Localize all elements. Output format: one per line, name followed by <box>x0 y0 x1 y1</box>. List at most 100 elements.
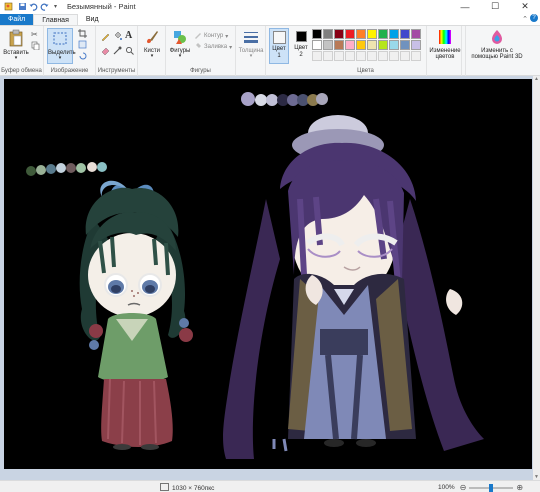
fill-bucket-icon[interactable] <box>113 31 122 43</box>
edit-colors-group: Изменение цветов <box>426 26 462 76</box>
palette-swatch[interactable] <box>356 29 366 39</box>
canvas-size-indicator: 1030 × 760пкс <box>160 483 214 492</box>
rotate-icon[interactable] <box>78 51 87 62</box>
paste-button[interactable]: Вставить ▾ <box>3 29 29 62</box>
edit-with-paint3d-button[interactable]: Изменить с помощью Paint 3D <box>468 29 526 61</box>
color-palette <box>312 29 421 61</box>
palette-swatch[interactable] <box>389 29 399 39</box>
palette-swatch[interactable] <box>411 40 421 50</box>
undo-icon[interactable] <box>28 2 39 12</box>
palette-swatch[interactable] <box>356 51 366 61</box>
palette-swatch[interactable] <box>312 29 322 39</box>
scroll-up-icon[interactable]: ▲ <box>533 76 540 82</box>
color-sample-dots-left <box>26 162 107 176</box>
palette-swatch[interactable] <box>334 51 344 61</box>
clipboard-icon <box>9 29 23 47</box>
palette-swatch[interactable] <box>400 51 410 61</box>
status-bar: 1030 × 760пкс 100% ⊖ ⊕ <box>0 480 540 492</box>
palette-swatch[interactable] <box>334 40 344 50</box>
color-picker-icon[interactable] <box>113 46 122 57</box>
help-icon[interactable]: ? <box>530 14 538 22</box>
eraser-icon[interactable] <box>101 46 110 57</box>
magnifier-icon[interactable] <box>125 46 134 57</box>
paint3d-icon <box>492 30 502 44</box>
minimize-button[interactable]: — <box>450 0 480 13</box>
brush-icon <box>147 31 158 44</box>
redo-icon[interactable] <box>39 2 50 12</box>
drawing-canvas[interactable] <box>4 79 532 469</box>
image-group: Выделить ▾ Изображение <box>44 26 96 76</box>
copy-icon[interactable] <box>31 41 40 52</box>
ribbon: Вставить ▾ ✂ Буфер обмена Выделить ▾ Изо… <box>0 25 540 76</box>
tab-view[interactable]: Вид <box>78 14 107 25</box>
palette-swatch[interactable] <box>345 51 355 61</box>
color2-button[interactable]: Цвет 2 <box>291 28 311 64</box>
palette-swatch[interactable] <box>389 51 399 61</box>
zoom-in-button[interactable]: ⊕ <box>516 483 523 492</box>
color-spectrum-icon <box>439 30 451 44</box>
palette-swatch[interactable] <box>389 40 399 50</box>
brushes-button[interactable]: Кисти ▾ <box>140 29 164 60</box>
edit-colors-button[interactable]: Изменение цветов <box>428 29 462 61</box>
close-button[interactable]: ✕ <box>510 0 540 13</box>
zoom-slider[interactable] <box>469 483 514 492</box>
outline-button[interactable]: Контур ▾ <box>194 31 228 41</box>
palette-swatch[interactable] <box>345 29 355 39</box>
palette-swatch[interactable] <box>312 40 322 50</box>
size-button[interactable]: Толщина ▾ <box>238 29 264 60</box>
zoom-out-button[interactable]: ⊖ <box>460 483 467 492</box>
canvas-dimensions: 1030 × 760пкс <box>172 484 215 492</box>
select-button[interactable]: Выделить ▾ <box>47 28 76 64</box>
color2-number: 2 <box>299 51 303 58</box>
shapes-dropdown-icon: ▾ <box>178 53 182 60</box>
collapse-ribbon-icon[interactable]: ⌃ <box>522 15 528 23</box>
palette-swatch[interactable] <box>323 51 333 61</box>
save-icon[interactable] <box>17 2 28 12</box>
fill-button[interactable]: Заливка ▾ <box>194 42 232 52</box>
palette-swatch[interactable] <box>323 40 333 50</box>
color2-label: Цвет <box>294 45 308 51</box>
tab-file[interactable]: Файл <box>0 14 34 25</box>
tools-group-label: Инструменты <box>97 68 136 74</box>
palette-swatch[interactable] <box>400 40 410 50</box>
cut-icon[interactable]: ✂ <box>31 30 38 39</box>
palette-swatch[interactable] <box>367 51 377 61</box>
palette-swatch[interactable] <box>378 51 388 61</box>
zoom-slider-thumb[interactable] <box>489 483 494 492</box>
palette-swatch[interactable] <box>323 29 333 39</box>
tools-group: A Инструменты <box>96 26 138 76</box>
palette-swatch[interactable] <box>367 29 377 39</box>
purple-haired-character <box>223 115 484 459</box>
maximize-button[interactable]: ☐ <box>480 0 510 13</box>
palette-swatch[interactable] <box>378 29 388 39</box>
paint-app-icon <box>3 2 14 12</box>
shapes-button[interactable]: Фигуры ▾ <box>168 29 192 60</box>
select-rectangle-icon <box>53 32 67 45</box>
window-title: Безымянный - Paint <box>67 2 136 11</box>
paste-dropdown-icon: ▾ <box>14 55 18 62</box>
palette-swatch[interactable] <box>345 40 355 50</box>
palette-swatch[interactable] <box>334 29 344 39</box>
color1-button[interactable]: Цвет 1 <box>269 28 289 64</box>
palette-swatch[interactable] <box>312 51 322 61</box>
color-sample-dots-top <box>241 92 328 106</box>
text-tool-icon[interactable]: A <box>125 30 132 41</box>
pencil-icon[interactable] <box>101 32 110 43</box>
fill-icon <box>194 42 202 52</box>
chibi-characters-artwork <box>26 92 484 459</box>
palette-swatch[interactable] <box>378 40 388 50</box>
quick-access-dropdown-icon[interactable]: ▾ <box>50 2 61 12</box>
palette-swatch[interactable] <box>411 51 421 61</box>
tab-home[interactable]: Главная <box>33 14 78 25</box>
size-dropdown-icon: ▾ <box>249 53 253 60</box>
palette-swatch[interactable] <box>411 29 421 39</box>
title-bar: ▾ Безымянный - Paint — ☐ ✕ <box>0 0 540 13</box>
palette-swatch[interactable] <box>400 29 410 39</box>
vertical-scrollbar[interactable]: ▲ ▼ <box>533 76 540 480</box>
color1-swatch <box>272 31 286 44</box>
palette-swatch[interactable] <box>367 40 377 50</box>
crop-icon[interactable] <box>78 29 87 40</box>
palette-swatch[interactable] <box>356 40 366 50</box>
color2-swatch <box>295 31 307 42</box>
resize-icon[interactable] <box>78 40 87 51</box>
